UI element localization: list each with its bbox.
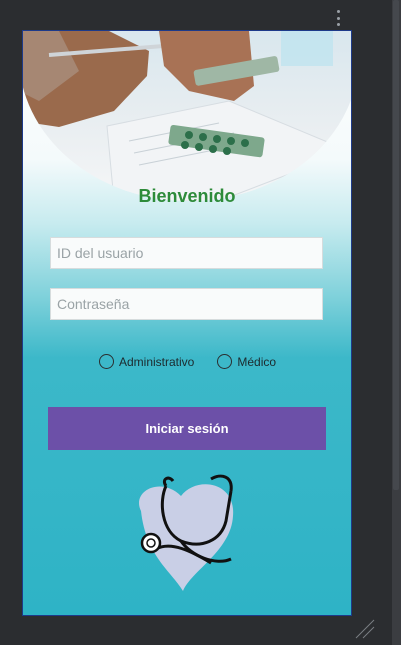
welcome-title: Bienvenido bbox=[138, 186, 236, 206]
scrollbar[interactable] bbox=[392, 0, 401, 645]
login-button[interactable]: Iniciar sesión bbox=[48, 407, 326, 450]
role-doctor-radio[interactable]: Médico bbox=[217, 354, 276, 369]
more-options-icon[interactable] bbox=[333, 10, 343, 26]
radio-unchecked-icon[interactable] bbox=[99, 354, 114, 369]
stethoscope-heart-icon bbox=[139, 474, 234, 591]
role-admin-radio[interactable]: Administrativo bbox=[99, 354, 194, 369]
password-input[interactable] bbox=[50, 288, 323, 320]
radio-unchecked-icon[interactable] bbox=[217, 354, 233, 369]
medical-photo bbox=[23, 31, 351, 201]
role-doctor-label: Médico bbox=[237, 354, 277, 369]
resize-grip-icon[interactable] bbox=[354, 618, 376, 640]
role-admin-label: Administrativo bbox=[119, 354, 195, 369]
role-selector: Administrativo Médico bbox=[99, 354, 276, 369]
user-id-input[interactable] bbox=[50, 237, 323, 269]
app-screen: Bienvenido Administrativo Médico Iniciar… bbox=[22, 30, 352, 616]
header-image bbox=[23, 31, 351, 201]
